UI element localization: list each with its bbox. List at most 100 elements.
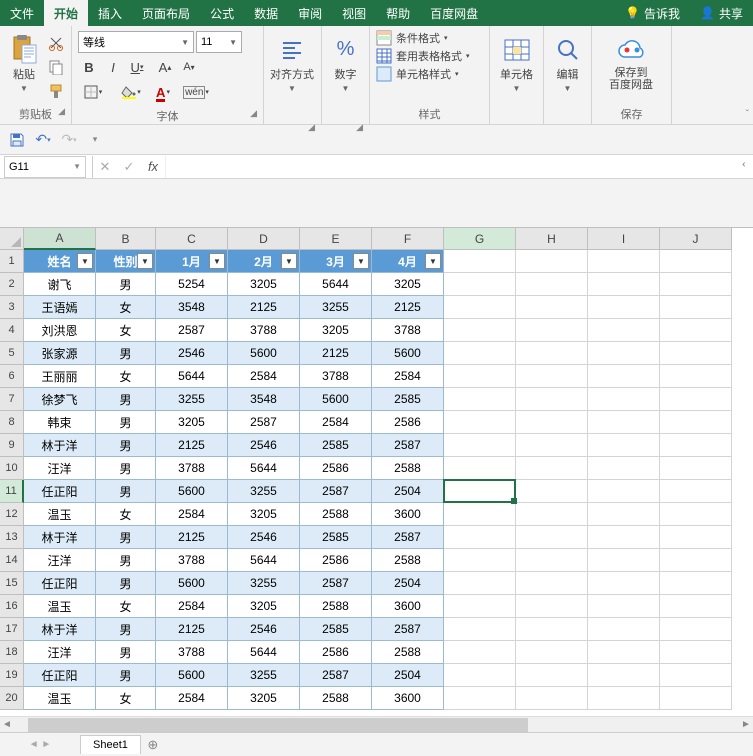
col-header-I[interactable]: I <box>588 228 660 250</box>
formula-input[interactable] <box>165 156 753 178</box>
cell[interactable] <box>516 664 588 687</box>
scroll-left-icon[interactable]: ◄ <box>0 719 14 730</box>
cell[interactable] <box>660 434 732 457</box>
cell[interactable] <box>444 526 516 549</box>
cell[interactable]: 2584 <box>300 411 372 434</box>
tab-data[interactable]: 数据 <box>244 0 288 26</box>
cell[interactable] <box>660 319 732 342</box>
cell[interactable]: 温玉 <box>24 595 96 618</box>
cell[interactable]: 王丽丽 <box>24 365 96 388</box>
collapse-ribbon-icon[interactable]: ˇ <box>746 109 749 120</box>
row-header[interactable]: 18 <box>0 641 24 664</box>
cell[interactable] <box>660 503 732 526</box>
number-format-button[interactable]: % 数字 ▼ <box>326 28 365 100</box>
row-header[interactable]: 14 <box>0 549 24 572</box>
cell[interactable]: 2587 <box>300 572 372 595</box>
cell[interactable]: 3548 <box>228 388 300 411</box>
cell[interactable]: 2504 <box>372 664 444 687</box>
phonetic-button[interactable]: wén▾ <box>180 81 212 103</box>
cell[interactable] <box>660 342 732 365</box>
cell[interactable]: 1月▼ <box>156 250 228 273</box>
cell[interactable]: 2546 <box>156 342 228 365</box>
tab-page-layout[interactable]: 页面布局 <box>132 0 200 26</box>
add-sheet-button[interactable]: ⊕ <box>141 737 165 753</box>
col-header-H[interactable]: H <box>516 228 588 250</box>
cell[interactable] <box>516 526 588 549</box>
cell[interactable]: 5644 <box>228 457 300 480</box>
copy-button[interactable] <box>45 56 67 78</box>
col-header-C[interactable]: C <box>156 228 228 250</box>
row-header[interactable]: 15 <box>0 572 24 595</box>
cell[interactable] <box>588 250 660 273</box>
cell[interactable]: 男 <box>96 618 156 641</box>
increase-font-button[interactable]: A▴ <box>154 56 176 78</box>
cell[interactable] <box>588 480 660 503</box>
cell[interactable]: 3255 <box>228 480 300 503</box>
cell[interactable]: 任正阳 <box>24 480 96 503</box>
cell[interactable]: 2504 <box>372 480 444 503</box>
cell[interactable] <box>516 388 588 411</box>
cell[interactable]: 男 <box>96 411 156 434</box>
col-header-J[interactable]: J <box>660 228 732 250</box>
cell[interactable]: 3205 <box>228 595 300 618</box>
cell[interactable] <box>516 319 588 342</box>
cell[interactable] <box>444 388 516 411</box>
cell[interactable] <box>444 664 516 687</box>
cell[interactable]: 女 <box>96 503 156 526</box>
cell[interactable]: 男 <box>96 457 156 480</box>
cell[interactable] <box>588 434 660 457</box>
cell[interactable]: 林于洋 <box>24 618 96 641</box>
cell[interactable] <box>444 365 516 388</box>
cell[interactable]: 2125 <box>300 342 372 365</box>
cell[interactable]: 5600 <box>156 480 228 503</box>
enter-formula-button[interactable]: ✓ <box>117 159 141 175</box>
row-header[interactable]: 19 <box>0 664 24 687</box>
cell[interactable]: 5600 <box>372 342 444 365</box>
save-button[interactable] <box>6 129 28 151</box>
cell[interactable] <box>444 687 516 710</box>
row-header[interactable]: 6 <box>0 365 24 388</box>
cell[interactable]: 2585 <box>300 434 372 457</box>
cell[interactable] <box>444 618 516 641</box>
cell[interactable] <box>588 595 660 618</box>
cell[interactable]: 5600 <box>156 664 228 687</box>
cell[interactable]: 2588 <box>372 641 444 664</box>
cell[interactable]: 男 <box>96 526 156 549</box>
row-header[interactable]: 17 <box>0 618 24 641</box>
cell[interactable] <box>516 503 588 526</box>
cell[interactable]: 2586 <box>372 411 444 434</box>
dialog-launcher-icon[interactable]: ◢ <box>356 122 363 133</box>
cell[interactable] <box>588 411 660 434</box>
cell[interactable]: 2585 <box>300 526 372 549</box>
spreadsheet-grid[interactable]: ABCDEFGHIJ 1姓名▼性别▼1月▼2月▼3月▼4月▼2谢飞男525432… <box>0 228 753 710</box>
cell[interactable] <box>588 641 660 664</box>
cell[interactable] <box>660 595 732 618</box>
cell[interactable]: 2588 <box>372 549 444 572</box>
cell[interactable]: 3788 <box>372 319 444 342</box>
cell[interactable] <box>588 526 660 549</box>
cell[interactable] <box>444 457 516 480</box>
cell[interactable]: 3255 <box>156 388 228 411</box>
scrollbar-thumb[interactable] <box>28 718 528 732</box>
cell[interactable]: 2125 <box>156 526 228 549</box>
tab-insert[interactable]: 插入 <box>88 0 132 26</box>
row-header[interactable]: 12 <box>0 503 24 526</box>
cell[interactable] <box>660 549 732 572</box>
filter-button[interactable]: ▼ <box>77 253 93 269</box>
cell[interactable]: 2125 <box>156 618 228 641</box>
cell[interactable] <box>444 503 516 526</box>
tab-help[interactable]: 帮助 <box>376 0 420 26</box>
tab-baidu[interactable]: 百度网盘 <box>420 0 488 26</box>
cell[interactable] <box>588 273 660 296</box>
cell[interactable]: 2586 <box>300 457 372 480</box>
cell[interactable]: 张家源 <box>24 342 96 365</box>
cell[interactable]: 2587 <box>300 480 372 503</box>
cell[interactable]: 3205 <box>228 503 300 526</box>
cell[interactable] <box>444 572 516 595</box>
cell[interactable]: 5600 <box>228 342 300 365</box>
cell[interactable]: 温玉 <box>24 503 96 526</box>
cell[interactable]: 女 <box>96 595 156 618</box>
cell[interactable] <box>588 503 660 526</box>
cell[interactable]: 2546 <box>228 618 300 641</box>
cell[interactable]: 男 <box>96 572 156 595</box>
